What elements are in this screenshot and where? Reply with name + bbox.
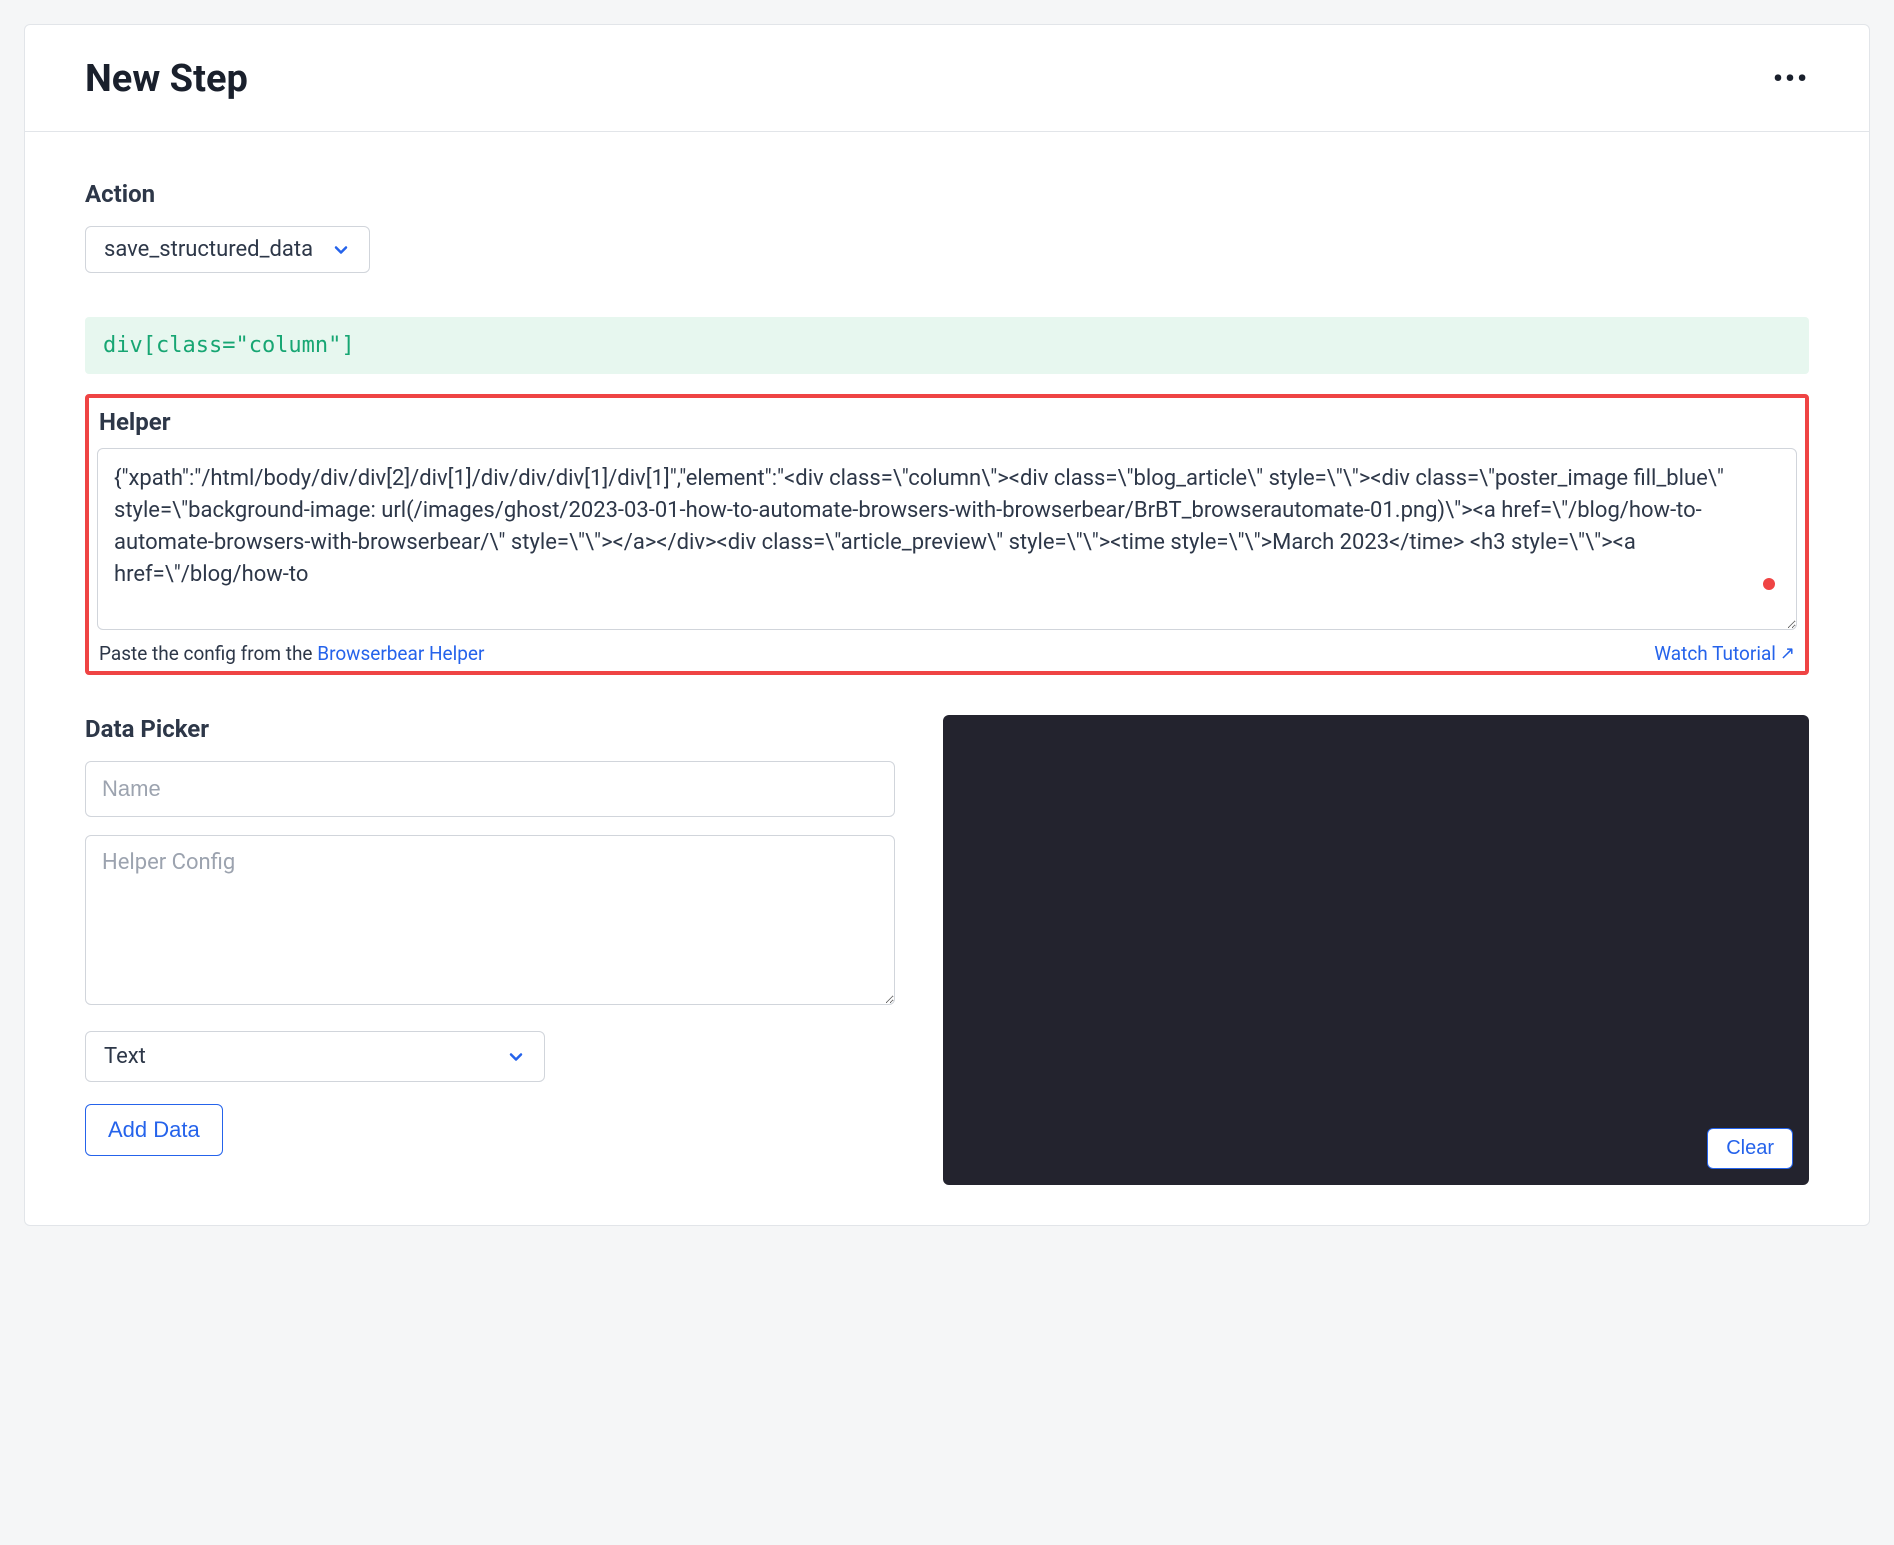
action-label: Action (85, 180, 1809, 208)
helper-textarea[interactable] (97, 448, 1797, 630)
new-step-card: New Step ••• Action save_structured_data… (24, 24, 1870, 1226)
more-icon[interactable]: ••• (1773, 65, 1809, 93)
page-title: New Step (85, 57, 248, 101)
selector-preview: div[class="column"] (85, 317, 1809, 374)
type-select[interactable]: Text (85, 1031, 545, 1082)
watch-tutorial-label: Watch Tutorial (1654, 642, 1776, 665)
two-column-layout: Data Picker Text Add Data Clear (85, 715, 1809, 1185)
watch-tutorial-link[interactable]: Watch Tutorial ↗ (1654, 642, 1795, 665)
data-picker-label: Data Picker (85, 715, 895, 743)
preview-column: Clear (943, 715, 1809, 1185)
helper-highlight-box: Helper Paste the config from the Browser… (85, 394, 1809, 675)
helper-config-input[interactable] (85, 835, 895, 1005)
status-dot-icon (1763, 578, 1775, 590)
card-header: New Step ••• (25, 25, 1869, 132)
action-select-value: save_structured_data (104, 237, 313, 262)
preview-panel: Clear (943, 715, 1809, 1185)
clear-button[interactable]: Clear (1707, 1128, 1793, 1169)
name-input[interactable] (85, 761, 895, 817)
chevron-down-icon (506, 1047, 526, 1067)
add-data-button[interactable]: Add Data (85, 1104, 223, 1156)
card-body: Action save_structured_data div[class="c… (25, 132, 1869, 1225)
chevron-down-icon (331, 240, 351, 260)
helper-label: Helper (93, 408, 1801, 436)
browserbear-helper-link[interactable]: Browserbear Helper (317, 642, 484, 665)
external-link-icon: ↗ (1780, 643, 1795, 664)
data-picker-column: Data Picker Text Add Data (85, 715, 895, 1156)
helper-footer: Paste the config from the Browserbear He… (93, 638, 1801, 665)
action-select[interactable]: save_structured_data (85, 226, 370, 273)
helper-footer-text: Paste the config from the (99, 642, 317, 665)
type-select-value: Text (104, 1044, 146, 1069)
